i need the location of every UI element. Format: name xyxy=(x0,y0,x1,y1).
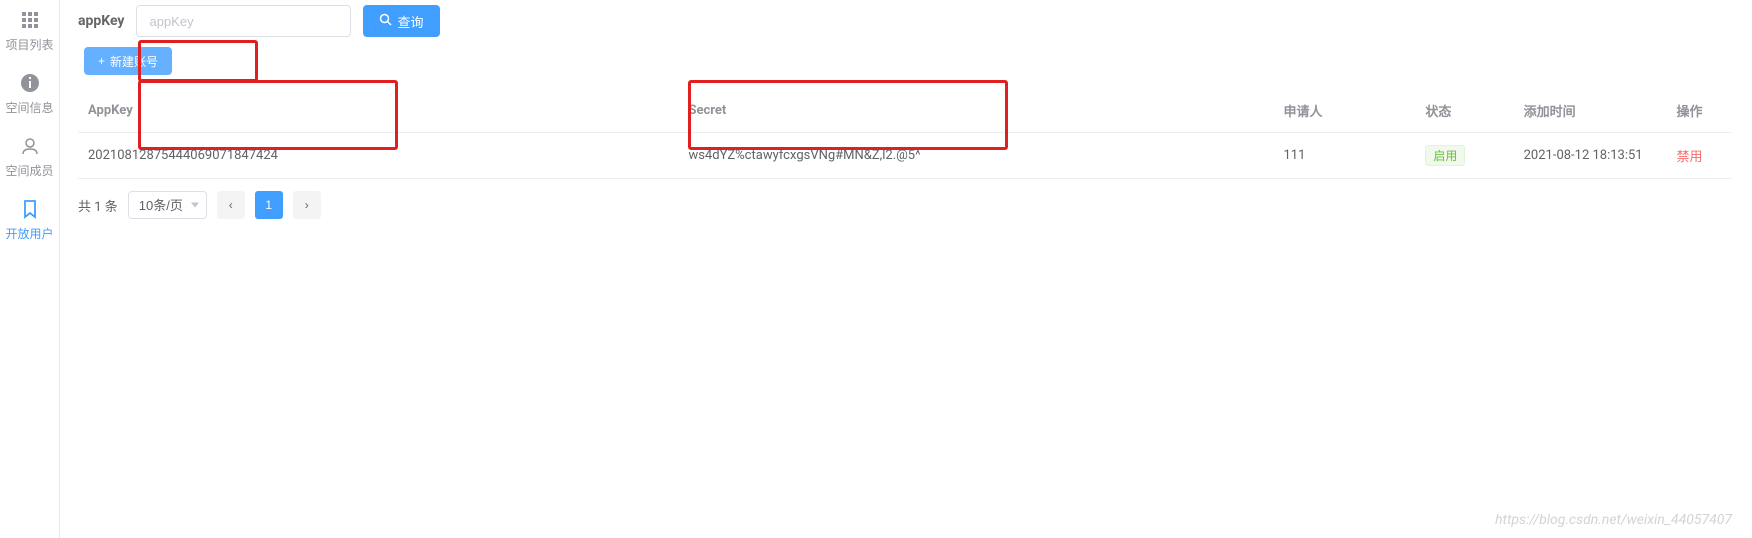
cell-add-time: 2021-08-12 18:13:51 xyxy=(1514,133,1667,179)
sidebar-item-space-members[interactable]: 空间成员 xyxy=(0,126,60,189)
cell-status: 启用 xyxy=(1415,133,1513,179)
th-add-time: 添加时间 xyxy=(1514,89,1667,133)
cell-secret: ws4dYZ%ctawyfcxgsVNg#MN&Z,l2.@5^ xyxy=(678,133,1273,179)
main-content: appKey 查询 + 新建账号 AppKey Secret 申请人 xyxy=(60,0,1752,538)
th-status: 状态 xyxy=(1415,89,1513,133)
cell-applicant: 111 xyxy=(1273,133,1415,179)
search-row: appKey 查询 xyxy=(78,5,1732,37)
page-prev-button[interactable]: ‹ xyxy=(217,191,245,219)
sidebar-item-label: 项目列表 xyxy=(5,36,53,53)
sidebar-item-projects[interactable]: 项目列表 xyxy=(0,0,60,63)
toolbar-row: + 新建账号 xyxy=(78,47,1732,75)
page-size-select-wrap: 10条/页 xyxy=(128,191,207,219)
page-size-select[interactable]: 10条/页 xyxy=(128,191,207,219)
search-icon xyxy=(379,13,392,29)
new-account-label: 新建账号 xyxy=(110,53,158,70)
search-button[interactable]: 查询 xyxy=(363,5,439,37)
th-operation: 操作 xyxy=(1666,89,1732,133)
sidebar: 项目列表 空间信息 空间成员 开放用户 xyxy=(0,0,60,538)
chevron-left-icon: ‹ xyxy=(229,198,233,212)
table-header-row: AppKey Secret 申请人 状态 添加时间 操作 xyxy=(78,89,1732,133)
grid-icon xyxy=(18,8,42,32)
search-button-label: 查询 xyxy=(397,12,423,31)
th-applicant: 申请人 xyxy=(1273,89,1415,133)
search-label: appKey xyxy=(78,13,124,29)
status-tag: 启用 xyxy=(1425,145,1465,166)
th-appkey: AppKey xyxy=(78,89,678,133)
watermark: https://blog.csdn.net/weixin_44057407 xyxy=(1495,512,1732,528)
cell-appkey: 20210812875444069071847424 xyxy=(78,133,678,179)
cell-operation: 禁用 xyxy=(1666,133,1732,179)
sidebar-item-label: 空间信息 xyxy=(5,99,53,116)
sidebar-item-space-info[interactable]: 空间信息 xyxy=(0,63,60,126)
page-next-button[interactable]: › xyxy=(293,191,321,219)
pagination-total: 共 1 条 xyxy=(78,196,118,215)
th-secret: Secret xyxy=(678,89,1273,133)
sidebar-item-open-users[interactable]: 开放用户 xyxy=(0,189,60,252)
search-input[interactable] xyxy=(136,5,351,37)
chevron-right-icon: › xyxy=(305,198,309,212)
info-icon xyxy=(18,71,42,95)
pagination: 共 1 条 10条/页 ‹ 1 › xyxy=(78,191,1732,219)
sidebar-item-label: 空间成员 xyxy=(5,162,53,179)
plus-icon: + xyxy=(98,54,105,68)
new-account-button[interactable]: + 新建账号 xyxy=(84,47,172,75)
table-row: 20210812875444069071847424 ws4dYZ%ctawyf… xyxy=(78,133,1732,179)
sidebar-item-label: 开放用户 xyxy=(5,225,53,242)
user-icon xyxy=(18,134,42,158)
bookmark-icon xyxy=(18,197,42,221)
accounts-table: AppKey Secret 申请人 状态 添加时间 操作 20210812875… xyxy=(78,89,1732,179)
page-number-button[interactable]: 1 xyxy=(255,191,283,219)
disable-link[interactable]: 禁用 xyxy=(1676,150,1702,165)
